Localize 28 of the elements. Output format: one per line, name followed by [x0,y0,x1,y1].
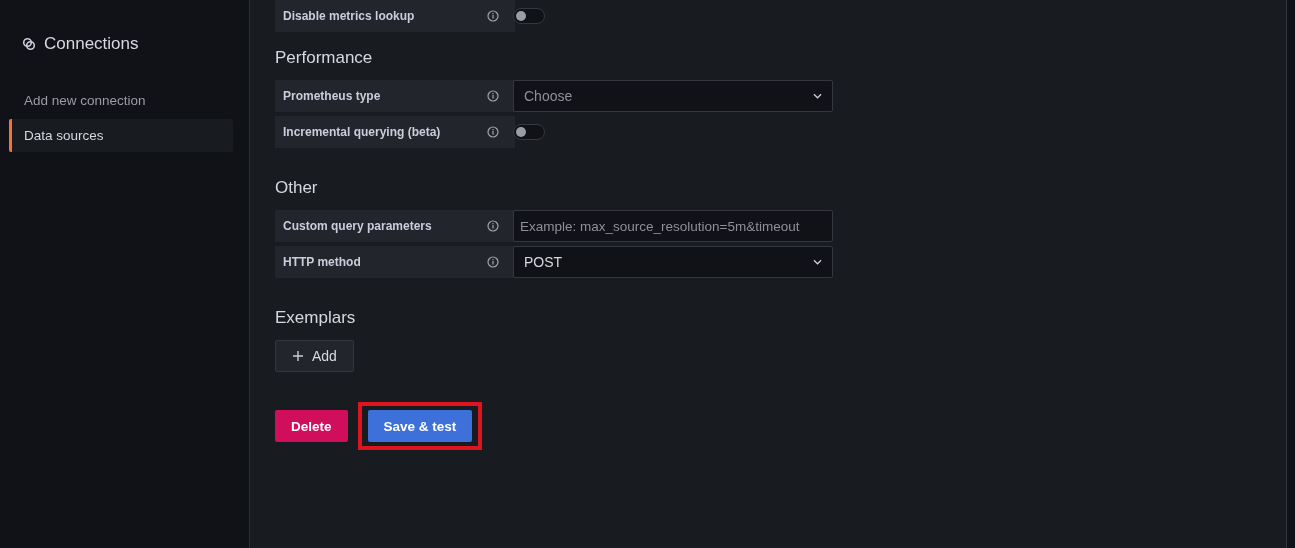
field-label: Disable metrics lookup [275,0,515,32]
toggle-switch[interactable] [513,8,545,24]
info-icon[interactable] [487,220,499,232]
sidebar-title: Connections [44,34,139,54]
field-label: Custom query parameters [275,210,515,242]
field-label: Incremental querying (beta) [275,116,515,148]
toggle-switch[interactable] [513,124,545,140]
plus-icon [292,350,304,362]
link-icon [22,37,36,51]
action-button[interactable]: Delete [275,410,348,442]
info-icon[interactable] [487,90,499,102]
select-field[interactable]: POST [513,246,833,278]
chevron-down-icon [813,259,822,265]
select-field[interactable]: Choose [513,80,833,112]
action-button[interactable]: Save & test [367,410,473,442]
info-icon[interactable] [487,126,499,138]
section-heading: Exemplars [275,308,357,328]
input-field[interactable]: Example: max_source_resolution=5m&timeout [513,210,833,242]
add-button[interactable]: Add [275,340,354,372]
chevron-down-icon [813,93,822,99]
sidebar-item[interactable]: Data sources [9,119,233,152]
info-icon[interactable] [487,10,499,22]
field-label: HTTP method [275,246,515,278]
info-icon[interactable] [487,256,499,268]
section-heading: Other [275,178,319,198]
section-heading: Performance [275,48,374,68]
field-label: Prometheus type [275,80,515,112]
sidebar-item[interactable]: Add new connection [9,84,233,117]
